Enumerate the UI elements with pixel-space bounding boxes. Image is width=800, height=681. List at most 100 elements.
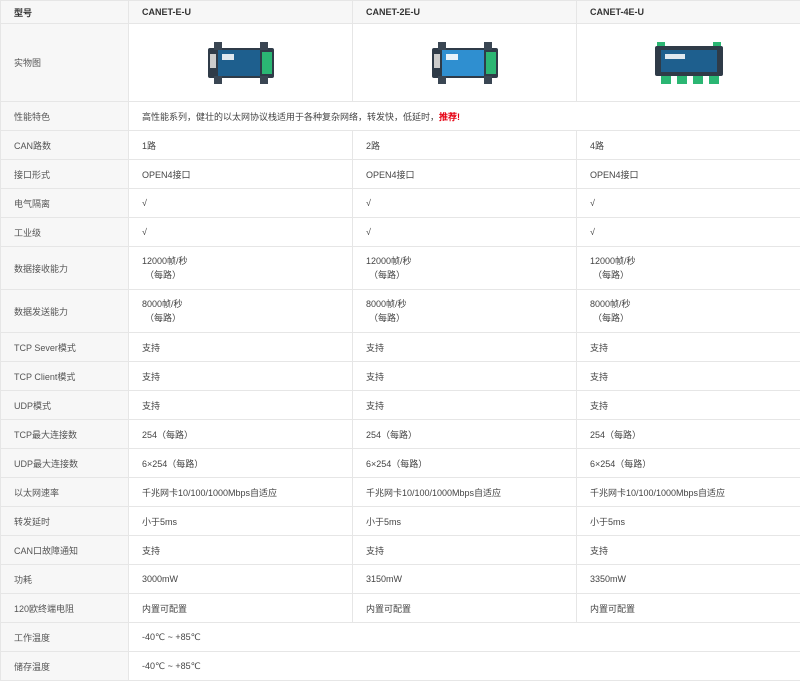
rate-value: 12000帧/秒 [590, 254, 800, 268]
cell-value: 4路 [577, 131, 800, 160]
cell-value: 千兆网卡10/100/1000Mbps自适应 [129, 478, 353, 507]
table-row: CAN路数 1路 2路 4路 [1, 131, 800, 160]
cell-value: -40℃ ~ +85℃ [129, 623, 800, 652]
device-photo-canet-4e-u [577, 24, 800, 102]
row-label: 性能特色 [1, 102, 129, 131]
cell-value: 12000帧/秒（每路） [353, 247, 577, 290]
model-name: CANET-E-U [129, 1, 353, 24]
row-label: CAN路数 [1, 131, 129, 160]
header-row: 型号 CANET-E-U CANET-2E-U CANET-4E-U [1, 1, 800, 24]
rate-value: 8000帧/秒 [590, 297, 800, 311]
rate-unit-note: （每路） [366, 311, 576, 325]
cell-value: 支持 [129, 333, 353, 362]
cell-value: 支持 [129, 536, 353, 565]
photo-row: 实物图 [1, 24, 800, 102]
cell-value: √ [129, 189, 353, 218]
table-row: TCP Client模式 支持 支持 支持 [1, 362, 800, 391]
cell-value: 小于5ms [577, 507, 800, 536]
row-label: 储存温度 [1, 652, 129, 681]
cell-value: OPEN4接口 [577, 160, 800, 189]
rate-unit-note: （每路） [142, 311, 352, 325]
row-label: 功耗 [1, 565, 129, 594]
rate-value: 8000帧/秒 [366, 297, 576, 311]
table-row: 120欧终端电阻 内置可配置 内置可配置 内置可配置 [1, 594, 800, 623]
row-label: UDP模式 [1, 391, 129, 420]
cell-value: 小于5ms [353, 507, 577, 536]
table-row: 工业级 √ √ √ [1, 218, 800, 247]
cell-value: 254（每路） [353, 420, 577, 449]
table-row: 电气隔离 √ √ √ [1, 189, 800, 218]
cell-value: 2路 [353, 131, 577, 160]
cell-value: 6×254（每路） [353, 449, 577, 478]
cell-value: 6×254（每路） [577, 449, 800, 478]
cell-value: 254（每路） [577, 420, 800, 449]
cell-value: 千兆网卡10/100/1000Mbps自适应 [577, 478, 800, 507]
table-row: 数据发送能力 8000帧/秒（每路） 8000帧/秒（每路） 8000帧/秒（每… [1, 290, 800, 333]
model-name: CANET-4E-U [577, 1, 800, 24]
cell-value: 12000帧/秒（每路） [577, 247, 800, 290]
row-label: TCP最大连接数 [1, 420, 129, 449]
table-row: 转发延时 小于5ms 小于5ms 小于5ms [1, 507, 800, 536]
table-row: TCP Sever模式 支持 支持 支持 [1, 333, 800, 362]
cell-value: 6×254（每路） [129, 449, 353, 478]
header-label: 型号 [1, 1, 129, 24]
cell-value: OPEN4接口 [353, 160, 577, 189]
cell-value: 支持 [577, 536, 800, 565]
table-row: 以太网速率 千兆网卡10/100/1000Mbps自适应 千兆网卡10/100/… [1, 478, 800, 507]
row-label: 工作温度 [1, 623, 129, 652]
cell-value: 支持 [129, 362, 353, 391]
cell-value: -40℃ ~ +85℃ [129, 652, 800, 681]
feature-text: 高性能系列，健壮的以太网协议栈适用于各种复杂网络，转发快，低延时， [142, 112, 439, 122]
table-row: 功耗 3000mW 3150mW 3350mW [1, 565, 800, 594]
cell-value: 8000帧/秒（每路） [353, 290, 577, 333]
row-label: TCP Client模式 [1, 362, 129, 391]
rate-value: 12000帧/秒 [142, 254, 352, 268]
row-label: 数据发送能力 [1, 290, 129, 333]
rate-value: 8000帧/秒 [142, 297, 352, 311]
table-row: CAN口故障通知 支持 支持 支持 [1, 536, 800, 565]
device-photo-canet-e-u [129, 24, 353, 102]
table-row: 储存温度 -40℃ ~ +85℃ [1, 652, 800, 681]
cell-value: 8000帧/秒（每路） [577, 290, 800, 333]
cell-value: 支持 [353, 333, 577, 362]
row-label: 接口形式 [1, 160, 129, 189]
table-row: 数据接收能力 12000帧/秒（每路） 12000帧/秒（每路） 12000帧/… [1, 247, 800, 290]
row-label: CAN口故障通知 [1, 536, 129, 565]
cell-value: 3150mW [353, 565, 577, 594]
cell-value: 千兆网卡10/100/1000Mbps自适应 [353, 478, 577, 507]
cell-value: 3000mW [129, 565, 353, 594]
table-row: UDP模式 支持 支持 支持 [1, 391, 800, 420]
cell-value: 支持 [353, 362, 577, 391]
row-label: UDP最大连接数 [1, 449, 129, 478]
rate-value: 12000帧/秒 [366, 254, 576, 268]
cell-value: 1路 [129, 131, 353, 160]
cell-value: √ [129, 218, 353, 247]
row-label: 以太网速率 [1, 478, 129, 507]
rate-unit-note: （每路） [366, 268, 576, 282]
rate-unit-note: （每路） [590, 311, 800, 325]
row-label: 电气隔离 [1, 189, 129, 218]
cell-value: 支持 [353, 391, 577, 420]
row-label: 120欧终端电阻 [1, 594, 129, 623]
row-label: TCP Sever模式 [1, 333, 129, 362]
rate-unit-note: （每路） [590, 268, 800, 282]
recommend-badge: 推荐! [439, 112, 460, 122]
cell-value: 内置可配置 [353, 594, 577, 623]
cell-value: √ [353, 189, 577, 218]
feature-text-cell: 高性能系列，健壮的以太网协议栈适用于各种复杂网络，转发快，低延时，推荐! [129, 102, 800, 131]
feature-row: 性能特色 高性能系列，健壮的以太网协议栈适用于各种复杂网络，转发快，低延时，推荐… [1, 102, 800, 131]
cell-value: 支持 [353, 536, 577, 565]
cell-value: 8000帧/秒（每路） [129, 290, 353, 333]
row-label: 数据接收能力 [1, 247, 129, 290]
cell-value: √ [353, 218, 577, 247]
cell-value: √ [577, 218, 800, 247]
cell-value: 12000帧/秒（每路） [129, 247, 353, 290]
model-name: CANET-2E-U [353, 1, 577, 24]
row-label: 实物图 [1, 24, 129, 102]
device-photo-canet-2e-u [353, 24, 577, 102]
rate-unit-note: （每路） [142, 268, 352, 282]
cell-value: 支持 [577, 362, 800, 391]
table-row: 工作温度 -40℃ ~ +85℃ [1, 623, 800, 652]
row-label: 转发延时 [1, 507, 129, 536]
cell-value: 内置可配置 [129, 594, 353, 623]
